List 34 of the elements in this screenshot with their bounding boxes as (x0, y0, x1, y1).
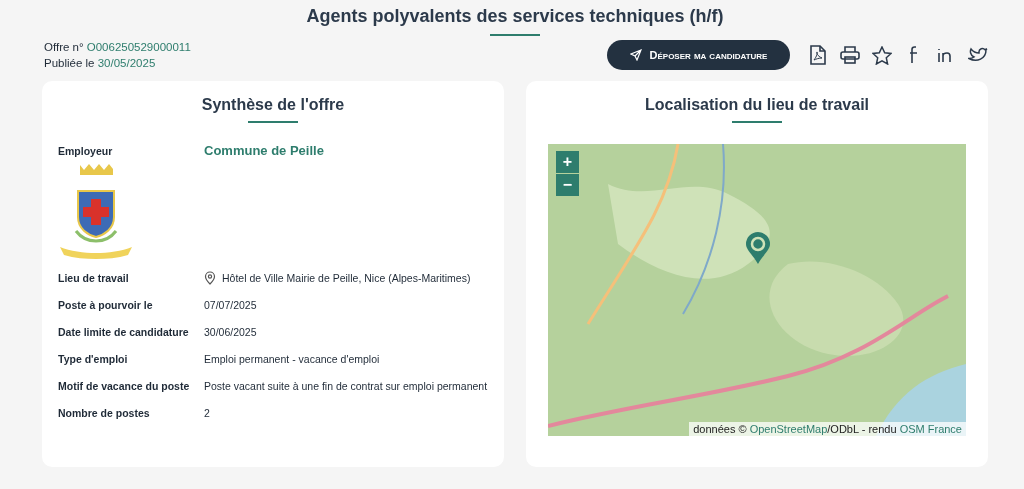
card-title: Synthèse de l'offre (200, 96, 346, 114)
field-label: Lieu de travail (58, 272, 129, 284)
star-icon[interactable] (872, 45, 892, 65)
attribution-link[interactable]: OpenStreetMap (749, 423, 828, 435)
published-label: Publiée le (44, 57, 95, 69)
field-value: 2 (204, 406, 211, 421)
zoom-out-button[interactable]: − (556, 174, 579, 196)
location-pin-icon (204, 271, 216, 285)
field-value: Poste vacant suite à une fin de contrat sur emploi permanent (204, 379, 488, 394)
field-value: 30/06/2025 (204, 325, 258, 340)
field-label: Employeur (58, 145, 113, 157)
page-title: Agents polyvalents des services techniques (h/f) (306, 6, 724, 27)
pdf-icon[interactable] (808, 45, 828, 65)
field-value: 07/07/2025 (204, 298, 258, 313)
field-label: Poste à pourvoir le (58, 299, 153, 311)
print-icon[interactable] (840, 45, 860, 65)
map-marker-icon (745, 231, 771, 265)
field-value: Emploi permanent - vacance d'emploi (204, 352, 381, 367)
attribution-link[interactable]: OSM France (899, 423, 962, 435)
apply-button[interactable]: Déposer ma candidature (607, 40, 790, 70)
map-attribution: données © OpenStreetMap/ODbL - rendu OSM France (689, 422, 966, 436)
offer-number: O006250529000011 (86, 41, 191, 53)
zoom-in-button[interactable]: + (556, 151, 579, 173)
published-date: 30/05/2025 (97, 57, 156, 69)
offer-number-label: Offre n° (44, 41, 84, 53)
field-label: Date limite de candidature (58, 326, 189, 338)
send-icon (629, 49, 642, 61)
employer-link[interactable]: Commune de Peille (204, 143, 324, 158)
field-value: Hôtel de Ville Mairie de Peille, Nice (Alpes-Maritimes) (222, 271, 471, 286)
card-title: Localisation du lieu de travail (643, 96, 871, 114)
field-label: Motif de vacance du poste (58, 380, 190, 392)
map[interactable]: + − données © OpenStreetMap/ODbL - rendu OSM France (548, 144, 966, 436)
field-label: Nombre de postes (58, 407, 150, 419)
field-label: Type d'emploi (58, 353, 128, 365)
